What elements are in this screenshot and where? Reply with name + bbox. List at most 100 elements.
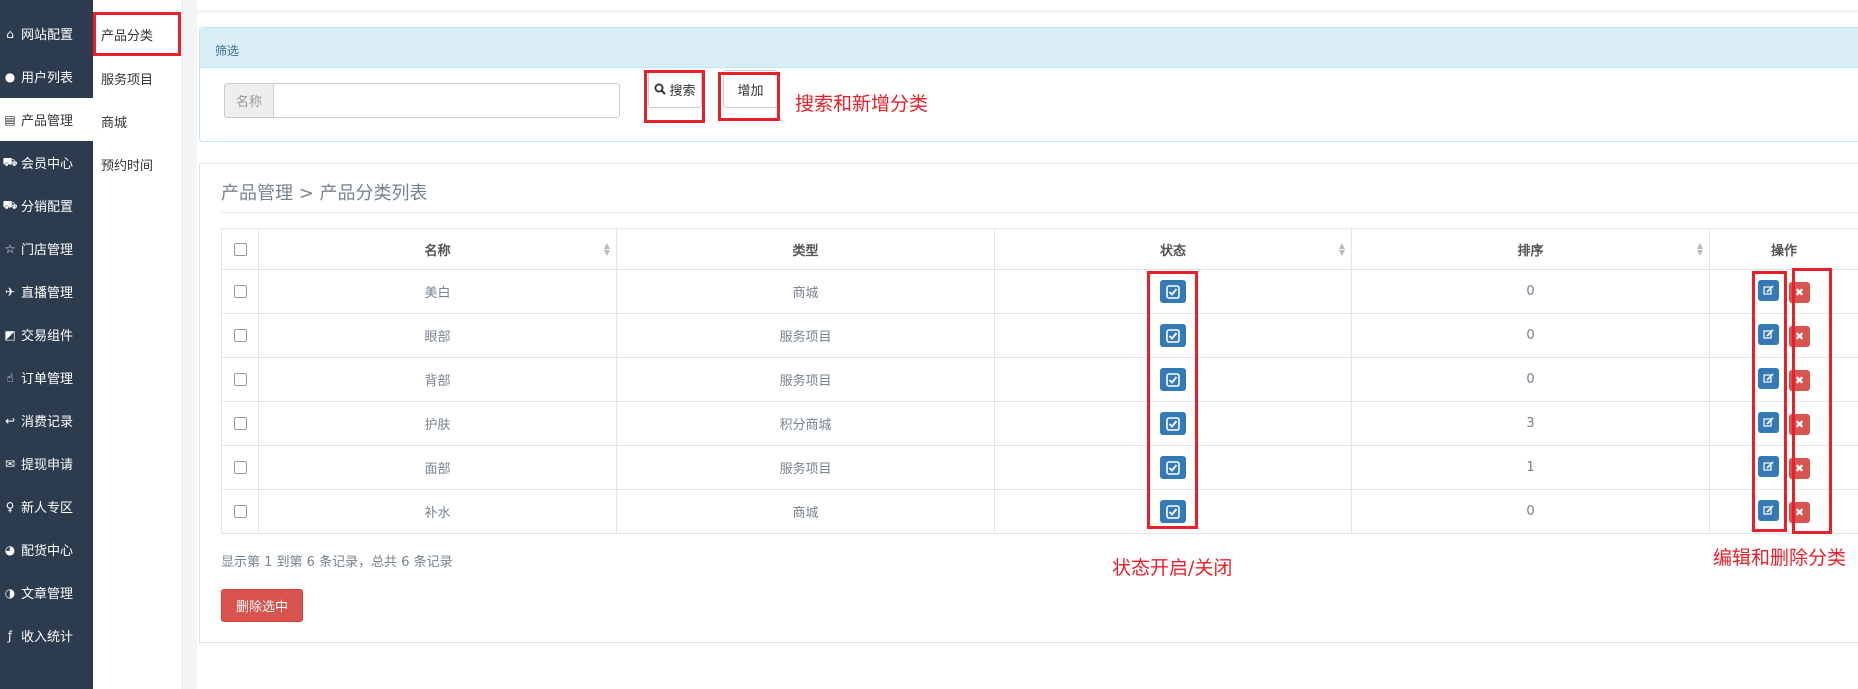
row-select-cell [221,269,259,314]
comments-icon: ✉ [4,456,16,471]
sidebar-item[interactable]: ◩ 交易组件 [0,313,93,356]
column-header-label: 操作 [1770,243,1797,259]
sidebar-item[interactable]: ⌂ 网站配置 [0,12,93,55]
sidebar-item[interactable]: ƒ 收入统计 [0,614,93,657]
row-sort: 1 [1351,445,1710,490]
sidebar-item[interactable]: ☆ 门店管理 [0,227,93,270]
select-all-cell [221,228,259,270]
row-select-cell [221,445,259,490]
row-checkbox[interactable] [233,373,247,386]
name-filter-input[interactable] [273,83,620,118]
table-row: 护肤 积分商城 3 ✖ [221,401,1858,446]
sidebar-item[interactable]: ⛟ 分销配置 [0,184,93,227]
submenu-item[interactable]: 服务项目 [101,66,153,90]
main-sidebar: ⌂ 网站配置 ● 用户列表 ▤ 产品管理 ⛟ 会员中心 ⛟ 分销配置 ☆ 门店管理 ✈ 直播管理 ◩ 交易组件… [0,0,93,689]
table-row: 眼部 服务项目 0 ✖ [221,313,1858,358]
name-filter-label: 名称 [224,83,273,118]
column-header-label: 排序 [1517,243,1544,259]
sidebar-item-label: 直播管理 [21,286,74,301]
row-name: 美白 [258,269,617,314]
table-row: 面部 服务项目 1 ✖ [221,445,1858,490]
cart-icon: ⛟ [2,197,18,212]
table-row: 背部 服务项目 0 ✖ [221,357,1858,402]
submenu-item[interactable]: 商城 [101,109,127,133]
row-checkbox[interactable] [233,417,247,430]
annotation-box-search [644,70,705,123]
sidebar-item[interactable]: ◕ 配货中心 [0,528,93,571]
row-name: 眼部 [258,313,617,358]
adjust-icon: ◑ [4,585,16,600]
row-sort: 3 [1351,401,1710,446]
sidebar-item[interactable]: ▤ 产品管理 [0,98,93,141]
annotation-box-submenu [93,12,181,56]
row-type: 服务项目 [616,313,995,358]
sidebar-item[interactable]: ↩ 消费记录 [0,399,93,442]
cart-icon: ⛟ [2,154,18,169]
sidebar-item[interactable]: ◑ 文章管理 [0,571,93,614]
pagination-info: 显示第 1 到第 6 条记录，总共 6 条记录 [221,555,453,570]
star-icon: ☆ [4,241,16,256]
eraser-icon: ◩ [4,327,16,342]
home-icon: ⌂ [6,26,14,41]
sidebar-item[interactable]: ✉ 提现申请 [0,442,93,485]
pie-chart-icon: ◕ [4,542,16,557]
column-header-label: 名称 [424,243,451,259]
sidebar-item[interactable]: ● 用户列表 [0,55,93,98]
row-sort: 0 [1351,269,1710,314]
row-sort: 0 [1351,489,1710,534]
row-checkbox[interactable] [233,329,247,342]
sidebar-item[interactable]: ☝ 订单管理 [0,356,93,399]
name-filter-group: 名称 [224,83,620,118]
delete-selected-button[interactable]: 删除选中 [221,589,303,622]
sidebar-item-label: 用户列表 [21,71,74,86]
row-type: 服务项目 [616,445,995,490]
sidebar-item[interactable]: ⛟ 会员中心 [0,141,93,184]
sidebar-item-label: 门店管理 [21,243,74,258]
breadcrumb: 产品管理 > 产品分类列表 [221,183,428,204]
reply-icon: ↩ [4,413,16,428]
column-header-name[interactable]: 名称 ▲ ▼ [258,228,617,270]
row-name: 护肤 [258,401,617,446]
column-header-sort[interactable]: 排序 ▲ ▼ [1351,228,1710,270]
sidebar-item-label: 收入统计 [21,630,74,645]
sort-icon: ▲ ▼ [1696,241,1703,257]
plane-icon: ✈ [4,284,16,299]
annotation-box-delete [1792,268,1832,534]
table-row: 补水 商城 0 ✖ [221,489,1858,534]
row-select-cell [221,401,259,446]
sidebar-item-label: 文章管理 [21,587,74,602]
annotation-search-add: 搜索和新增分类 [795,93,929,115]
sidebar-item[interactable]: ♀ 新人专区 [0,485,93,528]
row-checkbox[interactable] [233,505,247,518]
row-sort: 0 [1351,357,1710,402]
category-list-panel: 产品管理 > 产品分类列表 名称 ▲ ▼ 类型 状态 ▲ ▼ 排序 ▲ ▼ 操作 美白 商城 0… [199,163,1858,643]
annotation-edit-delete: 编辑和删除分类 [1713,547,1847,569]
column-header-label: 状态 [1159,243,1186,259]
row-select-cell [221,313,259,358]
annotation-box-add [718,72,780,121]
table-row: 美白 商城 0 ✖ [221,269,1858,314]
submenu-item[interactable]: 预约时间 [101,152,153,176]
sidebar-item-label: 会员中心 [21,157,74,172]
select-all-checkbox[interactable] [233,242,247,256]
sidebar-item[interactable]: ✈ 直播管理 [0,270,93,313]
sidebar-item-label: 消费记录 [21,415,74,430]
column-header-type: 类型 [616,228,995,270]
row-select-cell [221,357,259,402]
row-checkbox[interactable] [233,285,247,298]
top-bar [197,0,1858,12]
sidebar-item-label: 交易组件 [21,329,74,344]
sidebar-item-label: 网站配置 [21,28,74,43]
row-checkbox[interactable] [233,461,247,474]
fork-icon: ƒ [7,628,13,643]
row-name: 面部 [258,445,617,490]
sidebar-item-label: 分销配置 [21,200,74,215]
user-icon: ● [4,69,16,84]
column-header-status[interactable]: 状态 ▲ ▼ [994,228,1352,270]
row-type: 服务项目 [616,357,995,402]
table-header-row: 名称 ▲ ▼ 类型 状态 ▲ ▼ 排序 ▲ ▼ 操作 [221,228,1858,270]
row-type: 商城 [616,269,995,314]
sort-icon: ▲ ▼ [603,241,610,257]
filter-panel-title: 筛选 [200,28,1858,68]
filter-panel: 筛选 名称 搜索 增加 [199,27,1858,142]
